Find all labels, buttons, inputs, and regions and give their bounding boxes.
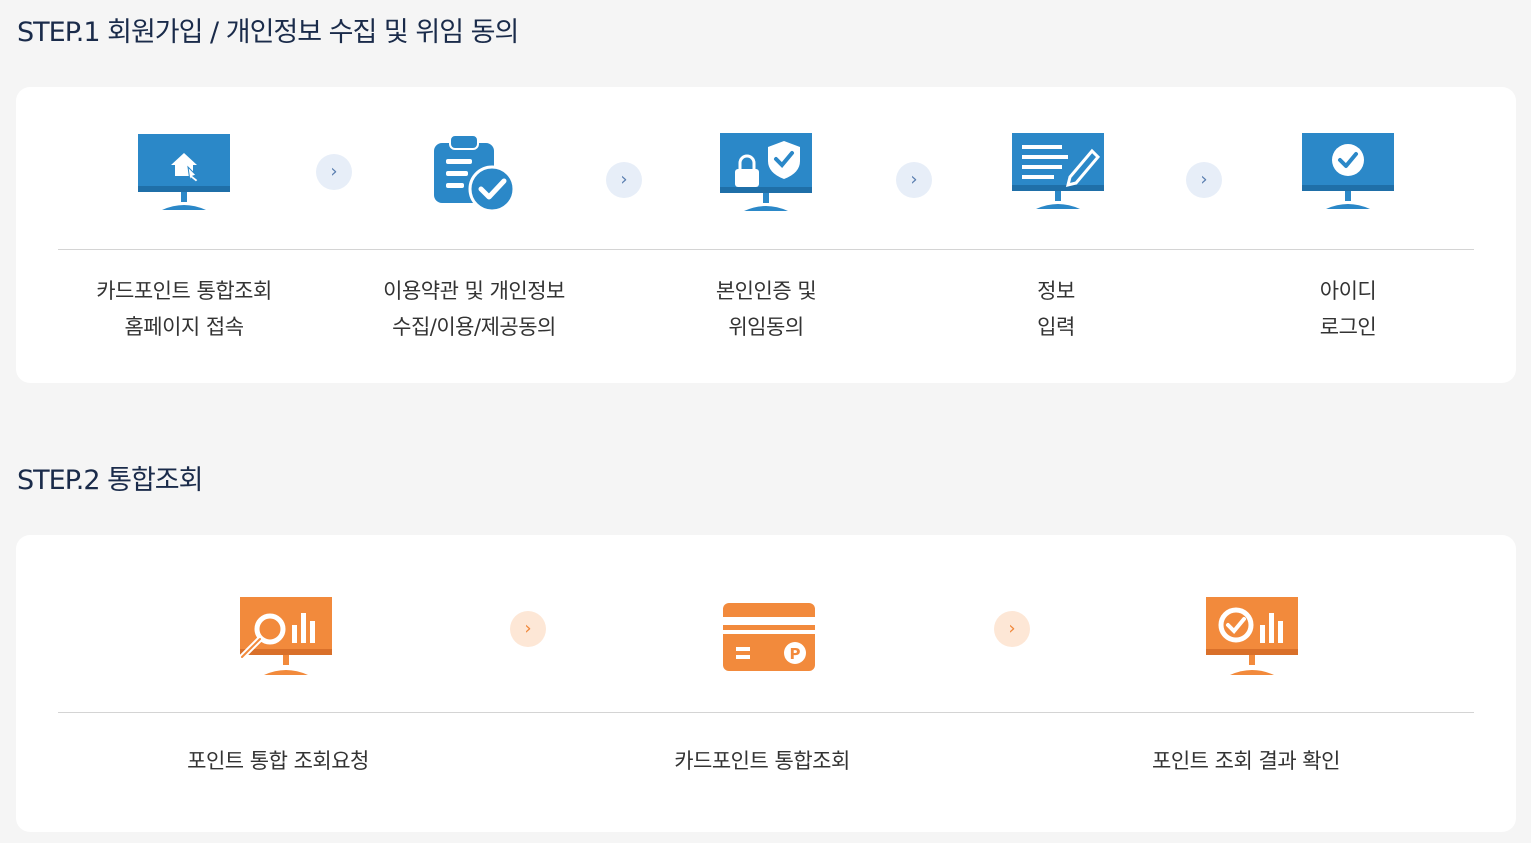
step2-arrow-1: › bbox=[510, 611, 546, 647]
step1-card: › › › › 카드포인트 통합조회 홈페이지 접속 이용약관 및 개인정보 수… bbox=[16, 87, 1516, 383]
clipboard-check-icon bbox=[434, 134, 516, 213]
step2-arrow-2: › bbox=[994, 611, 1030, 647]
step1-arrow-2: › bbox=[606, 162, 642, 198]
step2-label-3: 포인트 조회 결과 확인 bbox=[1152, 749, 1340, 773]
monitor-edit-icon bbox=[1012, 133, 1104, 209]
monitor-search-chart-icon bbox=[239, 597, 332, 675]
step2-label-1: 포인트 통합 조회요청 bbox=[187, 749, 369, 773]
step1-divider bbox=[58, 249, 1474, 250]
step1-arrow-3: › bbox=[896, 162, 932, 198]
step1-arrow-1: › bbox=[316, 154, 352, 190]
step1-label-4: 정보 입력 bbox=[1037, 279, 1075, 339]
step1-label-2: 이용약관 및 개인정보 수집/이용/제공동의 bbox=[383, 279, 565, 339]
monitor-check-icon bbox=[1302, 133, 1394, 209]
monitor-home-icon bbox=[138, 134, 230, 210]
monitor-check-chart-icon bbox=[1206, 597, 1298, 675]
step1-label-1: 카드포인트 통합조회 홈페이지 접속 bbox=[96, 279, 272, 339]
point-card-icon: P bbox=[723, 603, 815, 671]
step2-divider bbox=[58, 712, 1474, 713]
step1-arrow-4: › bbox=[1186, 162, 1222, 198]
step2-title: STEP.2 통합조회 bbox=[17, 465, 203, 496]
step1-label-5: 아이디 로그인 bbox=[1319, 279, 1377, 339]
monitor-lock-shield-icon bbox=[720, 133, 812, 211]
svg-text:P: P bbox=[790, 645, 801, 663]
step1-title: STEP.1 회원가입 / 개인정보 수집 및 위임 동의 bbox=[17, 17, 519, 48]
step2-label-2: 카드포인트 통합조회 bbox=[674, 749, 850, 773]
step1-label-3: 본인인증 및 위임동의 bbox=[715, 279, 817, 339]
step2-card: › P › 포인트 통합 조회요청 카드포인트 통합조회 포인트 조회 결과 확… bbox=[16, 535, 1516, 832]
